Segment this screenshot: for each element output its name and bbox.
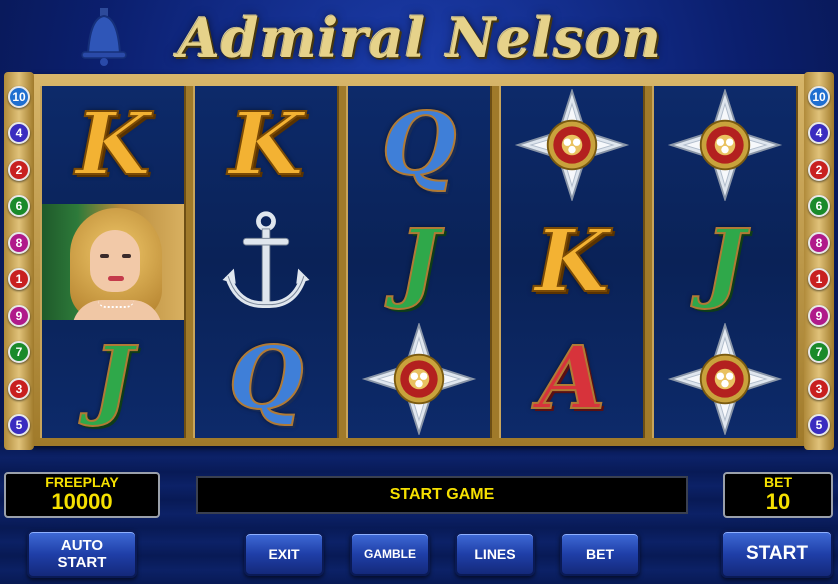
bet-value: 10 [765,489,791,514]
symbol-cell: J [348,203,490,320]
payline-number-right[interactable]: 2 [808,158,830,181]
payline-number-left[interactable]: 9 [8,304,30,327]
freeplay-value: 10000 [51,489,113,514]
symbol-cell: Q [348,86,490,203]
payline-number-right[interactable]: 9 [808,304,830,327]
payline-number-left[interactable]: 5 [8,413,30,436]
order-star-icon [667,88,783,201]
message-bar: START GAME [196,476,688,514]
reel-4: KA [499,86,645,438]
freeplay-display: FREEPLAY 10000 [4,472,160,518]
payline-number-right[interactable]: 8 [808,231,830,254]
gamble-button[interactable]: GAMBLE [350,532,430,576]
k-letter: K [75,93,152,195]
payline-number-right[interactable]: 3 [808,377,830,400]
bet-button[interactable]: BET [560,532,640,576]
k-letter: K [228,93,305,195]
symbol-cell: A [501,321,643,438]
payline-number-left[interactable]: 10 [8,86,30,108]
reel-1: KJ [40,86,186,438]
symbol-cell [195,203,337,320]
payline-indicators-left: 10 4 2 6 8 1 9 7 3 5 [4,72,34,450]
payline-number-left[interactable]: 3 [8,377,30,400]
j-letter: J [704,210,747,312]
payline-indicators-right: 10 4 2 6 8 1 9 7 3 5 [804,72,834,450]
payline-number-left[interactable]: 6 [8,195,30,218]
payline-number-left[interactable]: 2 [8,158,30,181]
lady-portrait-icon [42,203,184,320]
payline-number-left[interactable]: 8 [8,231,30,254]
symbol-cell: J [42,321,184,438]
reel-grid: KJKQQJKAJ [40,86,798,438]
payline-number-right[interactable]: 5 [808,413,830,436]
symbol-cell [654,86,796,203]
ship-bell-icon [81,8,127,66]
symbol-cell: K [42,86,184,203]
symbol-cell: J [654,203,796,320]
order-star-icon [667,323,783,436]
payline-number-right[interactable]: 4 [808,122,830,145]
symbol-cell [348,321,490,438]
exit-button[interactable]: EXIT [244,532,324,576]
freeplay-label: FREEPLAY [45,474,119,490]
payline-number-right[interactable]: 7 [808,341,830,364]
j-letter: J [398,210,441,312]
payline-number-right[interactable]: 10 [808,86,830,108]
symbol-cell [501,86,643,203]
payline-number-right[interactable]: 1 [808,268,830,291]
bet-label: BET [764,474,792,490]
q-letter: Q [228,328,305,430]
order-star-icon [361,323,477,436]
game-title: Admiral Nelson [178,6,662,70]
symbol-cell [654,321,796,438]
q-letter: Q [381,93,458,195]
start-button[interactable]: START [721,530,833,578]
lines-button[interactable]: LINES [455,532,535,576]
reel-3: QJ [346,86,492,438]
symbol-cell: K [195,86,337,203]
reel-5: J [652,86,798,438]
j-letter: J [92,328,135,430]
bet-display: BET 10 [723,472,833,518]
payline-number-left[interactable]: 7 [8,341,30,364]
order-star-icon [514,88,630,201]
anchor-icon [222,211,310,308]
symbol-cell [42,203,184,320]
payline-number-right[interactable]: 6 [808,195,830,218]
reel-2: KQ [193,86,339,438]
k-letter: K [534,210,611,312]
payline-number-left[interactable]: 1 [8,268,30,291]
symbol-cell: Q [195,321,337,438]
symbol-cell: K [501,203,643,320]
a-letter: A [538,328,607,430]
auto-start-button[interactable]: AUTO START [27,530,137,578]
payline-number-left[interactable]: 4 [8,122,30,145]
